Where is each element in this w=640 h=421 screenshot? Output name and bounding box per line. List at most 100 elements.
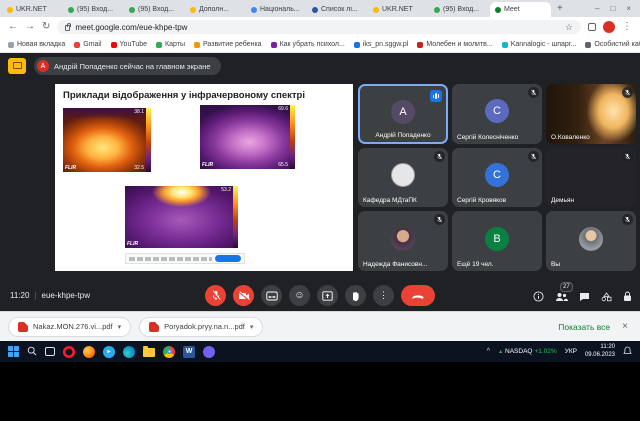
captions-button[interactable] [261, 285, 282, 306]
bookmark-gmail[interactable]: Gmail [74, 41, 101, 48]
meeting-time: 11:20 [10, 291, 29, 300]
bookmark-sggw[interactable]: iks_pn.sggw.pl [354, 41, 409, 48]
edge-icon[interactable] [123, 346, 135, 358]
bookmark-moleben[interactable]: Молебен и молитв... [417, 41, 492, 48]
language-indicator[interactable]: УКР [565, 348, 577, 355]
file-explorer-icon[interactable] [143, 348, 155, 357]
tab-meet-active[interactable]: Meet [490, 2, 551, 17]
people-button[interactable]: 27 [555, 292, 568, 302]
info-button[interactable] [533, 291, 544, 302]
tray-expand-icon[interactable]: ^ [487, 348, 490, 355]
telegram-icon[interactable]: ▸ [103, 346, 115, 358]
activities-button[interactable] [601, 292, 612, 302]
firefox-icon[interactable] [83, 346, 95, 358]
word-icon[interactable]: W [183, 346, 195, 358]
minimize-button[interactable]: – [595, 4, 599, 13]
close-downloads-bar-icon[interactable]: × [622, 321, 628, 332]
temp-max-label: 53.2 [221, 187, 231, 193]
tab-dopoln[interactable]: Дополн... [185, 2, 246, 17]
back-button[interactable]: ← [8, 22, 18, 32]
participant-tile-kafedra[interactable]: Кафедра МДтаПК [358, 148, 448, 208]
new-tab-button[interactable]: + [551, 3, 569, 14]
bookmark-label: Как убрать психол... [280, 41, 345, 48]
more-people-label: Ещё 19 чел. [457, 261, 527, 268]
speaking-indicator-icon [430, 90, 442, 102]
system-tray: ^ ▲ NASDAQ +1.02% УКР 11:20 09.06.2023 [487, 343, 632, 361]
reactions-button[interactable]: ☺ [289, 285, 310, 306]
download-file-chip-1[interactable]: Nakaz.MON.276.vi...pdf ▾ [8, 317, 131, 337]
bookmark-new-tab[interactable]: Новая вкладка [8, 41, 65, 48]
reload-button[interactable]: ↻ [42, 22, 50, 32]
mic-off-icon [622, 151, 633, 162]
bookmark-icon [354, 42, 360, 48]
bookmark-psihol[interactable]: Как убрать психол... [271, 41, 345, 48]
end-call-button[interactable] [401, 285, 435, 306]
tab-spisok[interactable]: Список лі... [307, 2, 368, 17]
stock-widget[interactable]: ▲ NASDAQ +1.02% [498, 348, 557, 355]
bookmark-razvitie[interactable]: Развитие ребенка [194, 41, 262, 48]
participant-name: Демьян [551, 197, 621, 204]
chevron-down-icon[interactable]: ▾ [250, 323, 254, 331]
bookmark-kannalogic[interactable]: Kannalogic - шпарг... [502, 41, 577, 48]
present-button[interactable] [317, 285, 338, 306]
bookmark-cabinet[interactable]: Особистий кабінет [585, 41, 640, 48]
participant-tile-nadezhda[interactable]: Надежда Фанисовн... [358, 211, 448, 271]
slide-caption-bar [125, 253, 245, 264]
raise-hand-button[interactable] [345, 285, 366, 306]
mic-off-icon [622, 214, 633, 225]
chrome-icon[interactable] [163, 346, 175, 358]
chat-button[interactable] [579, 292, 590, 302]
participant-tile-demyan[interactable]: Демьян [546, 148, 636, 208]
bookmark-label: Развитие ребенка [203, 41, 262, 48]
tab-national[interactable]: Національ... [246, 2, 307, 17]
tab-ukrnet-2[interactable]: UKR.NET [368, 2, 429, 17]
tab-favicon [129, 7, 135, 13]
tab-mail-1[interactable]: (95) Вход... [63, 2, 124, 17]
more-options-button[interactable]: ⋮ [373, 285, 394, 306]
chevron-down-icon[interactable]: ▾ [118, 323, 122, 331]
participant-tile-kolesnichenko[interactable]: С Сергій Колесніченко [452, 84, 542, 144]
host-controls-button[interactable] [623, 291, 632, 302]
stock-up-icon: ▲ [498, 349, 503, 355]
tab-ukrnet[interactable]: UKR.NET [2, 2, 63, 17]
task-view-icon[interactable] [45, 347, 55, 356]
bookmark-maps[interactable]: Карты [156, 41, 185, 48]
participant-tile-andrii[interactable]: А Андрій Попаденко [358, 84, 448, 144]
show-all-downloads-button[interactable]: Показать все [558, 322, 610, 332]
avatar: А [391, 100, 415, 124]
mic-off-button[interactable] [205, 285, 226, 306]
notifications-icon[interactable] [623, 343, 632, 361]
tab-mail-3[interactable]: (95) Вход... [429, 2, 490, 17]
participant-name: Надежда Фанисовн... [363, 261, 433, 268]
tab-mail-2[interactable]: (95) Вход... [124, 2, 185, 17]
banner-avatar: А [37, 60, 49, 72]
screen: UKR.NET (95) Вход... (95) Вход... Дополн… [0, 0, 640, 421]
camera-off-button[interactable] [233, 285, 254, 306]
presentation-indicator-icon[interactable] [8, 58, 26, 74]
download-file-chip-2[interactable]: Poryadok.pryy.na.n...pdf ▾ [139, 317, 263, 337]
mic-off-icon [622, 87, 633, 98]
close-button[interactable]: × [626, 4, 631, 13]
profile-avatar[interactable] [603, 21, 615, 33]
participant-tile-kovalenko[interactable]: О.Коваленко [546, 84, 636, 144]
search-icon[interactable] [27, 343, 37, 361]
participant-tile-you[interactable]: Вы [546, 211, 636, 271]
bookmark-icon [502, 42, 508, 48]
menu-kebab-icon[interactable]: ⋮ [622, 22, 632, 32]
bookmark-star-icon[interactable]: ☆ [565, 22, 573, 33]
extensions-icon[interactable] [588, 23, 596, 31]
address-bar[interactable]: meet.google.com/eue-khpe-tpw ☆ [57, 20, 581, 34]
tab-favicon [495, 7, 501, 13]
maximize-button[interactable]: □ [610, 4, 615, 13]
opera-icon[interactable] [63, 346, 75, 358]
participant-count-badge: 27 [560, 282, 573, 292]
participant-tile-more-people[interactable]: В Ещё 19 чел. [452, 211, 542, 271]
bookmark-youtube[interactable]: YouTube [111, 41, 148, 48]
start-button[interactable] [8, 346, 19, 357]
participant-tile-krovyakov[interactable]: С Сергій Кровяков [452, 148, 542, 208]
forward-button[interactable]: → [25, 22, 35, 32]
taskbar-clock[interactable]: 11:20 09.06.2023 [585, 344, 615, 360]
temperature-scale [233, 186, 238, 248]
temperature-scale [146, 108, 151, 172]
viber-icon[interactable] [203, 346, 215, 358]
